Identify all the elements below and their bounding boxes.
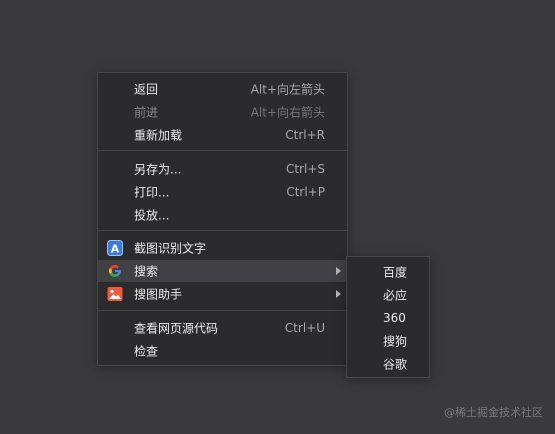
menu-separator [98, 230, 347, 231]
menu-item-shortcut: Ctrl+P [286, 185, 325, 199]
menu-item-print[interactable]: 打印... Ctrl+P [98, 181, 347, 203]
menu-item-back[interactable]: 返回 Alt+向左箭头 [98, 78, 347, 100]
submenu-item-label: 谷歌 [383, 357, 408, 372]
menu-item-label: 检查 [134, 344, 159, 359]
menu-item-label: 重新加载 [134, 128, 183, 143]
menu-item-save-as[interactable]: 另存为... Ctrl+S [98, 158, 347, 180]
menu-item-label: 投放... [134, 208, 170, 223]
menu-separator [98, 150, 347, 151]
menu-item-label: 查看网页源代码 [134, 321, 219, 336]
search-submenu: 百度 必应 360 搜狗 谷歌 [346, 256, 430, 378]
context-menu: 返回 Alt+向左箭头 前进 Alt+向右箭头 重新加载 Ctrl+R 另存为.… [97, 72, 348, 366]
ocr-a-icon: A [107, 240, 123, 256]
menu-item-inspect[interactable]: 检查 [98, 340, 347, 362]
google-g-icon [107, 263, 123, 279]
menu-item-shortcut: Alt+向左箭头 [250, 82, 325, 97]
page-background: 返回 Alt+向左箭头 前进 Alt+向右箭头 重新加载 Ctrl+R 另存为.… [0, 0, 555, 434]
menu-item-shortcut: Ctrl+U [284, 321, 325, 335]
submenu-item-label: 360 [383, 311, 406, 325]
svg-text:A: A [111, 243, 120, 256]
menu-item-label: 搜索 [134, 264, 159, 279]
submenu-item-label: 必应 [383, 288, 408, 303]
submenu-item-sogou[interactable]: 搜狗 [347, 330, 429, 352]
submenu-arrow-icon [336, 267, 341, 275]
menu-item-label: 截图识别文字 [134, 241, 207, 256]
menu-item-label: 搜图助手 [134, 287, 183, 302]
menu-item-label: 返回 [134, 82, 159, 97]
menu-separator [98, 310, 347, 311]
submenu-item-360[interactable]: 360 [347, 307, 429, 329]
submenu-item-google[interactable]: 谷歌 [347, 353, 429, 375]
submenu-item-label: 搜狗 [383, 334, 408, 349]
menu-item-shortcut: Ctrl+S [285, 162, 325, 176]
menu-item-shortcut: Alt+向右箭头 [250, 105, 325, 120]
menu-item-reload[interactable]: 重新加载 Ctrl+R [98, 124, 347, 146]
menu-item-image-search-helper[interactable]: 搜图助手 [98, 283, 347, 305]
menu-item-label: 前进 [134, 105, 159, 120]
menu-item-search[interactable]: 搜索 [98, 260, 347, 282]
menu-item-cast[interactable]: 投放... [98, 204, 347, 226]
menu-item-ocr[interactable]: A 截图识别文字 [98, 237, 347, 259]
menu-item-shortcut: Ctrl+R [285, 128, 325, 142]
image-search-icon [107, 286, 123, 302]
menu-item-view-source[interactable]: 查看网页源代码 Ctrl+U [98, 317, 347, 339]
menu-item-label: 另存为... [134, 162, 182, 177]
submenu-item-label: 百度 [383, 265, 408, 280]
submenu-arrow-icon [336, 290, 341, 298]
watermark-text: @稀土掘金技术社区 [444, 406, 543, 419]
menu-item-forward: 前进 Alt+向右箭头 [98, 101, 347, 123]
submenu-item-bing[interactable]: 必应 [347, 284, 429, 306]
menu-item-label: 打印... [134, 185, 170, 200]
submenu-item-baidu[interactable]: 百度 [347, 261, 429, 283]
